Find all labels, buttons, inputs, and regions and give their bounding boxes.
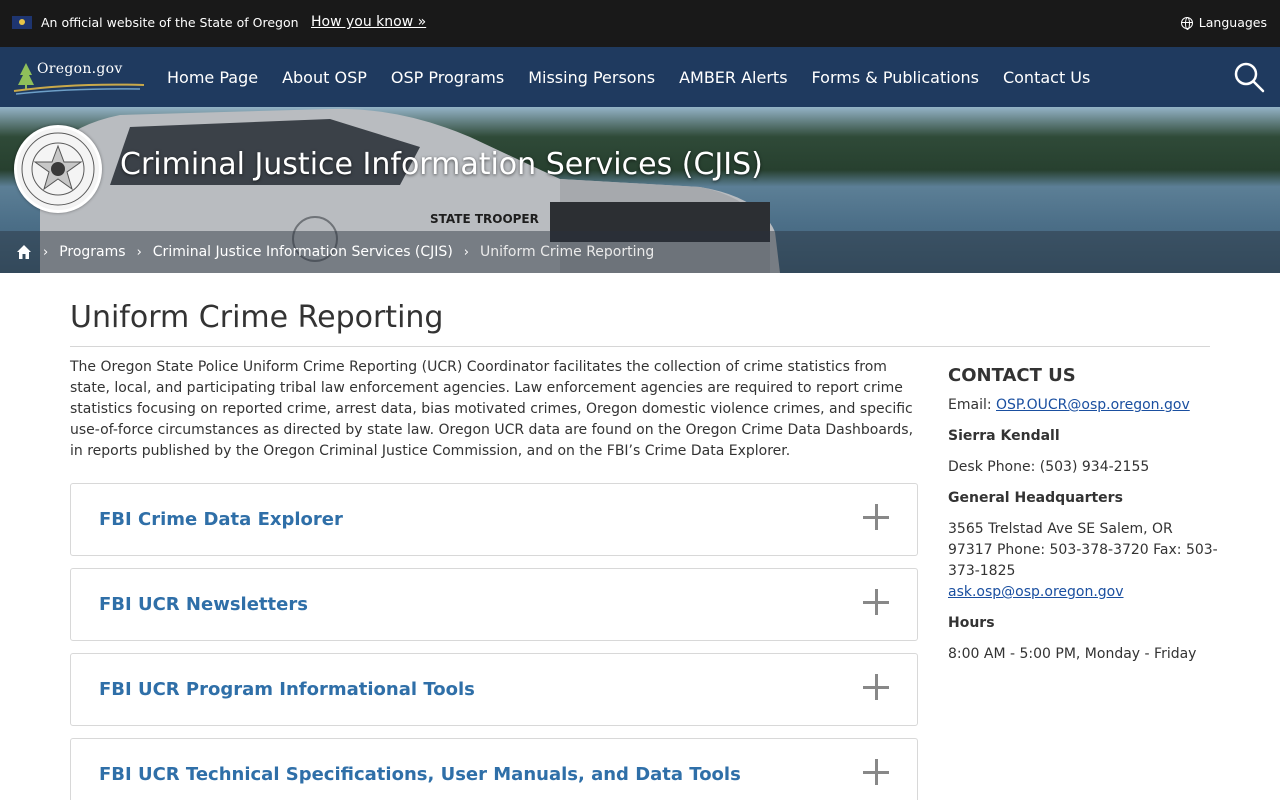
chevron-right-icon: › [136, 244, 142, 260]
oregon-flag-icon [12, 16, 32, 29]
accordion-label: FBI UCR Newsletters [99, 594, 308, 615]
chevron-right-icon: › [463, 244, 469, 260]
intro-paragraph: The Oregon State Police Uniform Crime Re… [70, 359, 914, 459]
main-navbar: Oregon.gov Home Page About OSP OSP Progr… [0, 47, 1280, 107]
nav-osp-programs[interactable]: OSP Programs [379, 68, 516, 87]
accordion-label: FBI UCR Technical Specifications, User M… [99, 764, 741, 785]
nav-amber-alerts[interactable]: AMBER Alerts [667, 68, 799, 87]
star-badge-icon [21, 132, 95, 206]
email-label: Email: [948, 397, 997, 413]
oregon-gov-logo[interactable]: Oregon.gov [12, 57, 147, 97]
chevron-right-icon: › [43, 244, 49, 260]
breadcrumb-current: Uniform Crime Reporting [479, 244, 655, 260]
hq-heading: General Headquarters [948, 490, 1123, 506]
accordion-fbi-ucr-informational-tools[interactable]: FBI UCR Program Informational Tools [70, 653, 918, 726]
page-title: Uniform Crime Reporting [70, 300, 444, 335]
contact-heading: CONTACT US [948, 365, 1076, 386]
logo-text: Oregon.gov [37, 61, 123, 77]
globe-icon [1180, 16, 1193, 30]
accordion-fbi-crime-data-explorer[interactable]: FBI Crime Data Explorer [70, 483, 918, 556]
how-you-know-link[interactable]: How you know » [311, 14, 426, 30]
hours-heading: Hours [948, 615, 995, 631]
hq-address: 3565 Trelstad Ave SE Salem, OR 97317 Pho… [948, 521, 1218, 579]
nav-menu: Home Page About OSP OSP Programs Missing… [155, 47, 1102, 107]
desk-phone: Desk Phone: (503) 934-2155 [948, 459, 1150, 475]
plus-icon [863, 674, 889, 700]
contact-email-link[interactable]: OSP.OUCR@osp.oregon.gov [996, 397, 1190, 413]
languages-button[interactable]: Languages [1180, 15, 1267, 30]
accordion-label: FBI UCR Program Informational Tools [99, 679, 475, 700]
contact-name: Sierra Kendall [948, 428, 1060, 444]
nav-forms-publications[interactable]: Forms & Publications [800, 68, 991, 87]
accordion-fbi-ucr-newsletters[interactable]: FBI UCR Newsletters [70, 568, 918, 641]
contact-email-row: Email: OSP.OUCR@osp.oregon.gov [948, 395, 1218, 416]
home-icon[interactable] [16, 244, 32, 260]
breadcrumb: › Programs › Criminal Justice Informatio… [0, 231, 1280, 273]
hq-email-link[interactable]: ask.osp@osp.oregon.gov [948, 584, 1124, 600]
breadcrumb-cjis[interactable]: Criminal Justice Information Services (C… [153, 244, 453, 260]
osp-badge-logo [14, 125, 102, 213]
breadcrumb-programs[interactable]: Programs [59, 244, 125, 260]
nav-about-osp[interactable]: About OSP [270, 68, 379, 87]
accordion-fbi-ucr-technical-specifications[interactable]: FBI UCR Technical Specifications, User M… [70, 738, 918, 800]
contact-sidebar: CONTACT US Email: OSP.OUCR@osp.oregon.go… [948, 365, 1218, 675]
nav-missing-persons[interactable]: Missing Persons [516, 68, 667, 87]
languages-label: Languages [1198, 15, 1267, 30]
nav-home-page[interactable]: Home Page [155, 68, 270, 87]
nav-contact-us[interactable]: Contact Us [991, 68, 1102, 87]
hero-banner: STATE TROOPER Criminal Justice Informati… [0, 107, 1280, 273]
hours-text: 8:00 AM - 5:00 PM, Monday - Friday [948, 646, 1197, 662]
plus-icon [863, 589, 889, 615]
accordion-label: FBI Crime Data Explorer [99, 509, 343, 530]
vehicle-text: STATE TROOPER [430, 212, 539, 226]
hero-title: Criminal Justice Information Services (C… [120, 147, 763, 182]
plus-icon [863, 759, 889, 785]
plus-icon [863, 504, 889, 530]
search-icon[interactable] [1232, 60, 1266, 94]
official-banner: An official website of the State of Oreg… [0, 0, 1280, 47]
title-divider [70, 346, 1210, 347]
official-site-text: An official website of the State of Oreg… [41, 15, 299, 30]
